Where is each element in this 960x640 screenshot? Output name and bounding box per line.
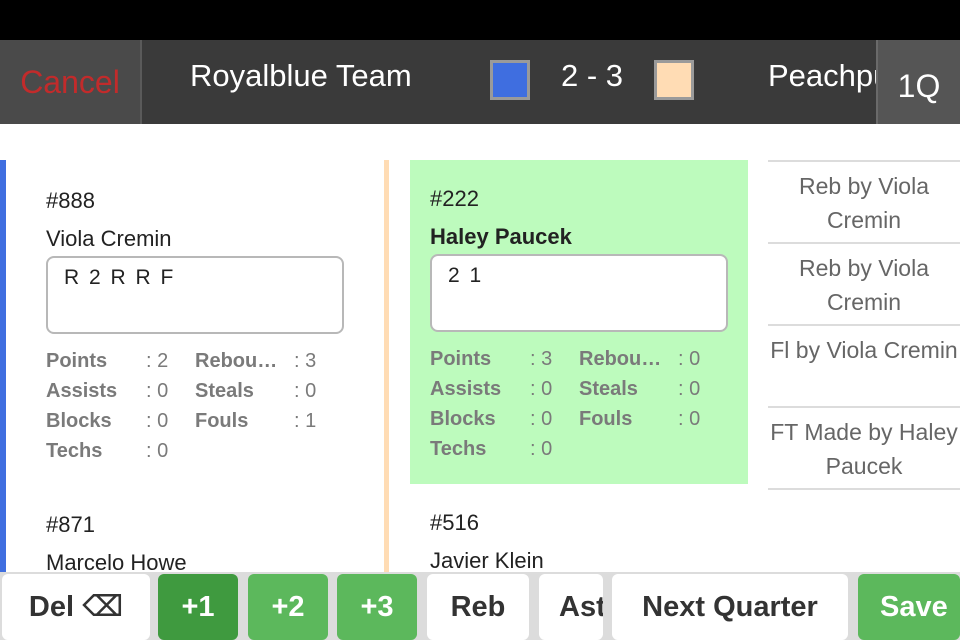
rebound-button[interactable]: Reb — [427, 574, 529, 640]
player-number: #871 — [46, 512, 95, 537]
score-display: 2 - 3 — [560, 58, 624, 93]
away-player-card-selected[interactable]: #222 Haley Paucek 2 1 Points : 3 Rebou… … — [410, 160, 748, 484]
away-team-color-swatch — [654, 60, 694, 100]
stat-value-points: : 3 — [530, 348, 553, 370]
plus-two-button[interactable]: +2 — [248, 574, 328, 640]
stat-label-assists: Assists — [46, 380, 118, 402]
cancel-button[interactable]: Cancel — [0, 40, 142, 124]
stat-value-fouls: : 0 — [678, 408, 701, 430]
game-header: Cancel Royalblue Team 2 - 3 Peachpuff Te… — [0, 40, 960, 124]
stat-label-steals: Steals — [195, 380, 254, 402]
assist-button[interactable]: Ast — [539, 574, 603, 640]
away-player-card[interactable]: #516 Javier Klein — [410, 484, 748, 572]
action-toolbar: Del ⌫ +1 +2 +3 Reb Ast Next Quarter Save — [0, 572, 960, 640]
player-name: Haley Paucek — [430, 224, 572, 249]
stat-value-assists: : 0 — [146, 380, 169, 402]
status-bar — [0, 0, 960, 40]
plus-three-button[interactable]: +3 — [337, 574, 417, 640]
player-name: Marcelo Howe — [46, 550, 187, 572]
stat-label-assists: Assists — [430, 378, 502, 400]
stat-value-blocks: : 0 — [146, 410, 169, 432]
delete-button[interactable]: Del ⌫ — [2, 574, 150, 640]
home-player-card[interactable]: #871 Marcelo Howe — [26, 484, 364, 572]
stat-label-rebounds: Rebou… — [195, 350, 278, 372]
player-name: Viola Cremin — [46, 226, 172, 251]
stat-label-steals: Steals — [579, 378, 638, 400]
away-team-name: Peachpuff Team — [768, 58, 876, 93]
stat-label-techs: Techs — [430, 438, 487, 460]
home-team-color-bar — [0, 160, 6, 572]
stat-value-techs: : 0 — [146, 440, 169, 462]
stat-value-steals: : 0 — [294, 380, 317, 402]
stat-value-rebounds: : 0 — [678, 348, 701, 370]
plus-one-button[interactable]: +1 — [158, 574, 238, 640]
player-notes-field[interactable]: 2 1 — [430, 254, 728, 332]
play-log-item[interactable]: Reb by Viola Cremin — [768, 244, 960, 326]
stat-label-points: Points — [430, 348, 492, 370]
player-number: #516 — [430, 510, 479, 535]
player-notes-field[interactable]: R 2 R R F — [46, 256, 344, 334]
player-panels: #888 Viola Cremin R 2 R R F Points : 2 R… — [0, 124, 960, 572]
play-log-list[interactable]: Reb by Viola Cremin Reb by Viola Cremin … — [768, 160, 960, 572]
stat-value-blocks: : 0 — [530, 408, 553, 430]
player-number: #888 — [46, 188, 95, 213]
home-player-card[interactable]: #888 Viola Cremin R 2 R R F Points : 2 R… — [26, 160, 364, 484]
player-name: Javier Klein — [430, 548, 544, 572]
stat-value-steals: : 0 — [678, 378, 701, 400]
next-quarter-button[interactable]: Next Quarter — [612, 574, 848, 640]
stat-label-blocks: Blocks — [46, 410, 112, 432]
stat-label-rebounds: Rebou… — [579, 348, 662, 370]
stat-value-points: : 2 — [146, 350, 169, 372]
home-team-name: Royalblue Team — [190, 58, 412, 93]
play-log-item[interactable]: FT Made by Haley Paucek — [768, 408, 960, 490]
stat-value-assists: : 0 — [530, 378, 553, 400]
save-button[interactable]: Save — [858, 574, 960, 640]
stat-label-points: Points — [46, 350, 108, 372]
away-team-color-bar — [384, 160, 389, 572]
play-log-item[interactable]: Reb by Viola Cremin — [768, 162, 960, 244]
app-root: { "header": { "cancel_label": "Cancel", … — [0, 0, 960, 640]
stat-value-rebounds: : 3 — [294, 350, 317, 372]
play-log-item[interactable]: Fl by Viola Cremin — [768, 326, 960, 408]
quarter-indicator[interactable]: 1Q — [876, 40, 960, 124]
stat-label-fouls: Fouls — [195, 410, 249, 432]
home-team-color-swatch — [490, 60, 530, 100]
stat-value-fouls: : 1 — [294, 410, 317, 432]
stat-label-techs: Techs — [46, 440, 103, 462]
stat-label-blocks: Blocks — [430, 408, 496, 430]
player-number: #222 — [430, 186, 479, 211]
stat-label-fouls: Fouls — [579, 408, 633, 430]
stat-value-techs: : 0 — [530, 438, 553, 460]
